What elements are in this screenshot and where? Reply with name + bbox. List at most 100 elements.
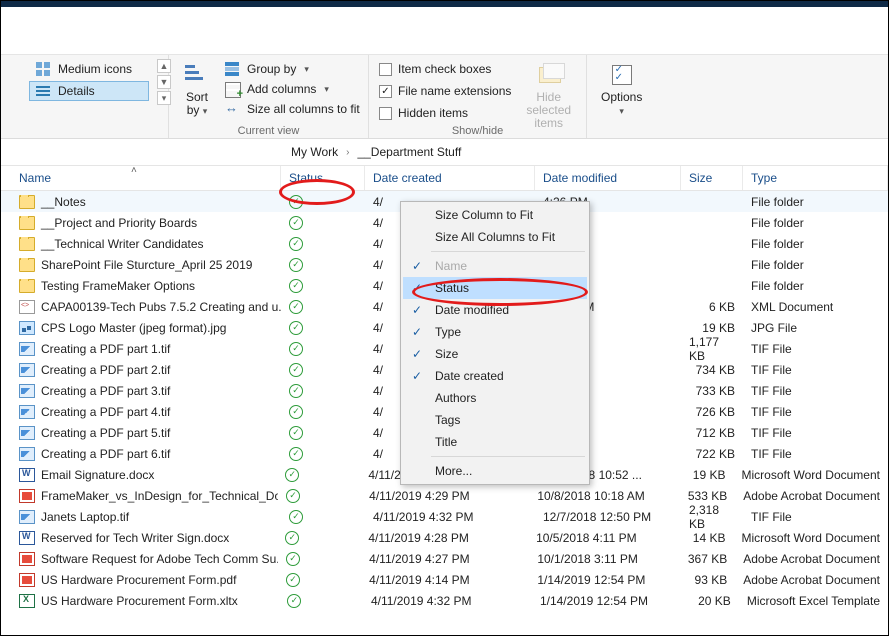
column-header-name[interactable]: Name: [1, 166, 281, 190]
add-columns-icon: [225, 82, 241, 96]
layout-details[interactable]: Details: [29, 81, 149, 101]
menu-more[interactable]: More...: [403, 460, 587, 482]
breadcrumb[interactable]: My Work › __Department Stuff: [1, 139, 888, 165]
status-synced-icon: ✓: [289, 258, 303, 272]
ribbon-group-show-hide: Item check boxes ✓ File name extensions …: [369, 55, 587, 138]
file-name: Reserved for Tech Writer Sign.docx: [41, 531, 229, 545]
file-date-created: 4/11/2019 4:28 PM: [360, 531, 528, 545]
status-synced-icon: ✓: [285, 531, 299, 545]
hide-items-icon: [535, 63, 563, 87]
add-columns-label: Add columns: [247, 82, 316, 96]
item-check-label: Item check boxes: [398, 62, 491, 76]
tif-icon: [19, 363, 35, 377]
menu-authors[interactable]: Authors: [403, 387, 587, 409]
file-name: __Technical Writer Candidates: [41, 237, 204, 251]
layout-medium-icons[interactable]: Medium icons: [29, 59, 149, 79]
file-date-modified: 10/1/2018 3:11 PM: [529, 552, 673, 566]
column-header-status[interactable]: Status: [281, 166, 365, 190]
status-synced-icon: ✓: [289, 405, 303, 419]
menu-type[interactable]: ✓Type: [403, 321, 587, 343]
hide-selected-items-button: Hide selecteditems: [519, 59, 578, 133]
breadcrumb-item[interactable]: My Work: [291, 145, 338, 159]
layout-details-label: Details: [58, 84, 95, 98]
column-header-size[interactable]: Size: [681, 166, 743, 190]
sort-by-button[interactable]: Sortby ▾: [177, 59, 217, 119]
menu-size-all-columns-to-fit[interactable]: Size All Columns to Fit: [403, 226, 587, 248]
file-ext-label: File name extensions: [398, 84, 511, 98]
menu-status[interactable]: ✓Status: [403, 277, 587, 299]
current-view-caption: Current view: [169, 125, 368, 137]
file-date-modified: 10/8/2018 10:18 AM: [529, 489, 673, 503]
add-columns-button[interactable]: Add columns ▾: [223, 81, 362, 97]
size-all-label: Size all columns to fit: [247, 102, 360, 116]
status-synced-icon: ✓: [289, 321, 303, 335]
item-check-boxes-toggle[interactable]: Item check boxes: [377, 61, 513, 77]
file-name: CPS Logo Master (jpeg format).jpg: [41, 321, 226, 335]
file-row[interactable]: Reserved for Tech Writer Sign.docx ✓ 4/11/…: [1, 527, 888, 548]
chevron-right-icon: ›: [344, 147, 351, 158]
file-name: Creating a PDF part 5.tif: [41, 426, 170, 440]
file-type: TIF File: [743, 510, 888, 524]
status-synced-icon: ✓: [289, 384, 303, 398]
file-name: Creating a PDF part 1.tif: [41, 342, 170, 356]
menu-tags[interactable]: Tags: [403, 409, 587, 431]
file-size: 19 KB: [672, 468, 733, 482]
menu-size[interactable]: ✓Size: [403, 343, 587, 365]
mi-label: Size: [435, 347, 458, 361]
size-all-columns-button[interactable]: Size all columns to fit: [223, 101, 362, 117]
file-date-created: 4/11/2019 4:29 PM: [361, 489, 529, 503]
column-header-date-created[interactable]: Date created: [365, 166, 535, 190]
file-size: 20 KB: [677, 594, 739, 608]
file-date-modified: 1/14/2019 12:54 PM: [529, 573, 673, 587]
status-synced-icon: ✓: [289, 510, 303, 524]
file-size: 726 KB: [681, 405, 743, 419]
mi-label: Name: [435, 259, 467, 273]
checkbox-icon: [379, 63, 392, 76]
menu-date-modified[interactable]: ✓Date modified: [403, 299, 587, 321]
file-size: 93 KB: [674, 573, 735, 587]
tif-icon: [19, 510, 35, 524]
xml-icon: [19, 300, 35, 314]
file-row[interactable]: Janets Laptop.tif✓4/11/2019 4:32 PM12/7/…: [1, 506, 888, 527]
file-name: Creating a PDF part 3.tif: [41, 384, 170, 398]
file-type: TIF File: [743, 426, 888, 440]
file-type: Microsoft Excel Template: [739, 594, 888, 608]
file-row[interactable]: FrameMaker_vs_InDesign_for_Technical_Do.…: [1, 485, 888, 506]
column-header-type[interactable]: Type: [743, 166, 888, 190]
breadcrumb-item[interactable]: __Department Stuff: [357, 145, 461, 159]
file-row[interactable]: US Hardware Procurement Form.xltx✓4/11/2…: [1, 590, 888, 611]
menu-size-column-to-fit[interactable]: Size Column to Fit: [403, 204, 587, 226]
checkbox-icon: [379, 107, 392, 120]
menu-date-created[interactable]: ✓Date created: [403, 365, 587, 387]
file-date-modified: 1/14/2019 12:54 PM: [532, 594, 677, 608]
status-synced-icon: ✓: [289, 342, 303, 356]
file-size: 367 KB: [674, 552, 735, 566]
mi-label: Title: [435, 435, 457, 449]
file-type: File folder: [743, 195, 888, 209]
folder-icon: [19, 279, 35, 293]
status-synced-icon: ✓: [289, 279, 303, 293]
options-button[interactable]: Options▾: [595, 59, 648, 119]
file-name-extensions-toggle[interactable]: ✓ File name extensions: [377, 83, 513, 99]
file-date-modified: 12/7/2018 12:50 PM: [535, 510, 681, 524]
file-name: US Hardware Procurement Form.xltx: [41, 594, 238, 608]
file-date-modified: 10/5/2018 4:11 PM: [528, 531, 672, 545]
size-columns-icon: [225, 102, 241, 116]
word-icon: [19, 531, 35, 545]
menu-title[interactable]: Title: [403, 431, 587, 453]
file-type: TIF File: [743, 405, 888, 419]
file-name: Creating a PDF part 4.tif: [41, 405, 170, 419]
status-synced-icon: ✓: [287, 594, 301, 608]
group-by-button[interactable]: Group by ▾: [223, 61, 362, 77]
menu-separator: [431, 456, 585, 457]
file-type: File folder: [743, 258, 888, 272]
mi-label: Tags: [435, 413, 460, 427]
file-type: Adobe Acrobat Document: [735, 573, 888, 587]
file-row[interactable]: Software Request for Adobe Tech Comm Su.…: [1, 548, 888, 569]
tif-icon: [19, 384, 35, 398]
file-type: TIF File: [743, 447, 888, 461]
column-header-date-modified[interactable]: Date modified: [535, 166, 681, 190]
file-type: Adobe Acrobat Document: [735, 489, 888, 503]
file-row[interactable]: US Hardware Procurement Form.pdf✓4/11/20…: [1, 569, 888, 590]
hidden-items-toggle[interactable]: Hidden items: [377, 105, 513, 121]
